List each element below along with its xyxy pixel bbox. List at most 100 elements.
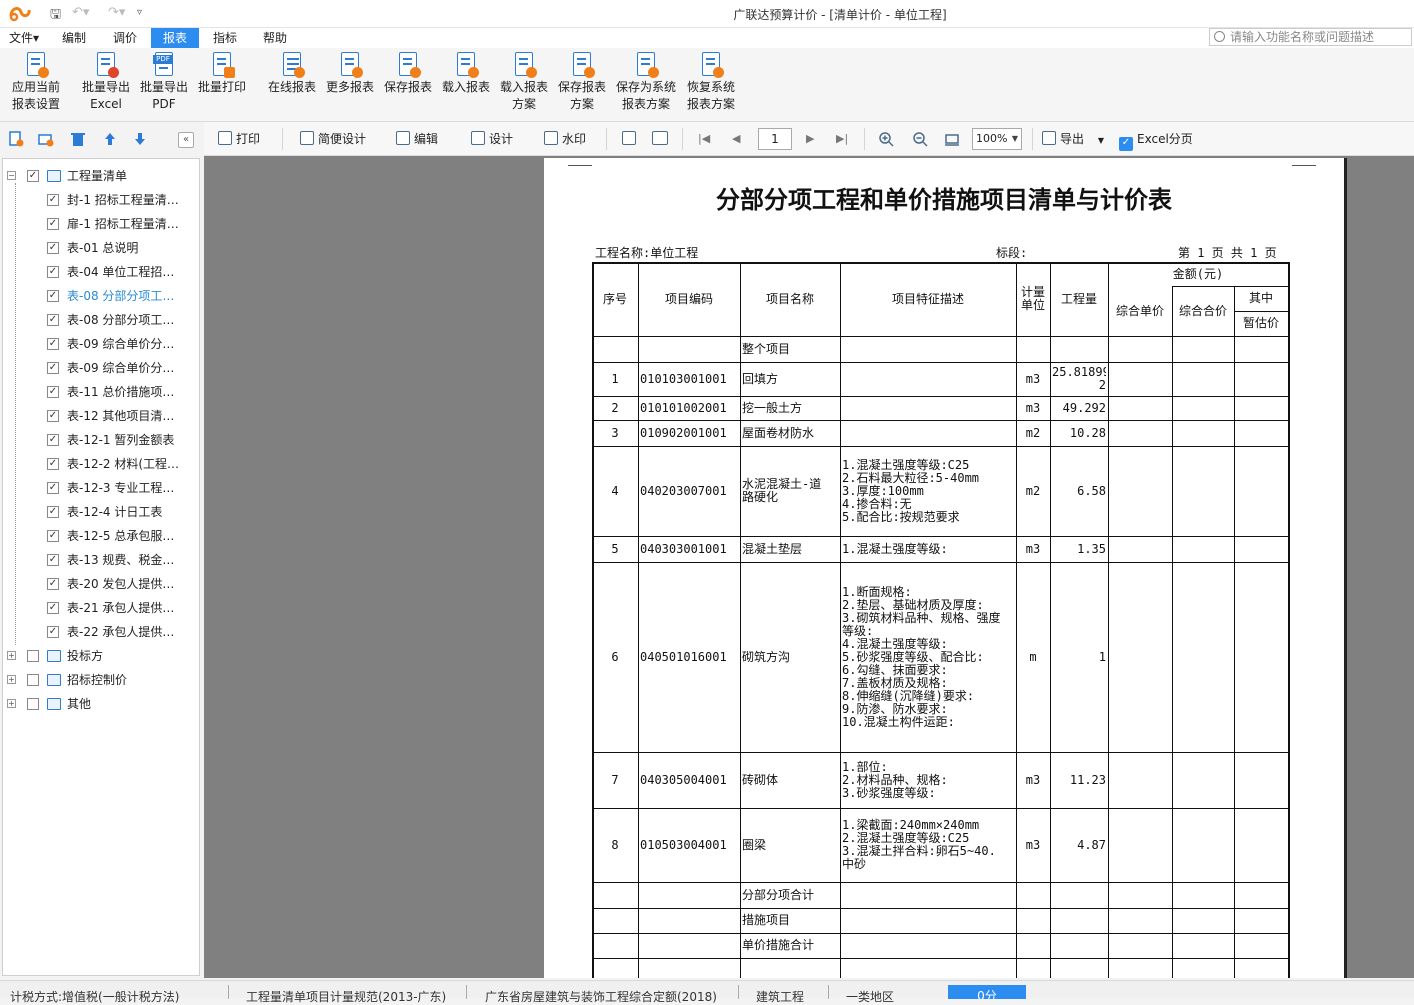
tree-checkbox[interactable]: ✓ [47, 218, 59, 230]
load-report-button[interactable]: 载入报表 [440, 52, 492, 96]
expand-icon[interactable]: + [7, 699, 16, 708]
online-report-button[interactable]: 在线报表 [266, 52, 318, 96]
double-page-view-button[interactable] [652, 131, 672, 147]
collapse-panel-button[interactable]: « [178, 132, 194, 148]
tree-node[interactable]: ✓ 表-21 承包人提供… [3, 599, 199, 617]
tree-checkbox[interactable] [27, 674, 39, 686]
tree-node[interactable]: ✓ 表-12-4 计日工表 [3, 503, 199, 521]
single-page-view-button[interactable] [622, 131, 640, 147]
tree-checkbox[interactable]: ✓ [27, 170, 39, 182]
menu-help[interactable]: 帮助 [253, 28, 297, 48]
row-code: 040501016001 [640, 649, 727, 664]
collapse-icon[interactable]: − [7, 171, 16, 180]
project-name: 工程名称:单位工程 [595, 246, 699, 260]
excel-split-checkbox[interactable]: ✓ Excel分页 [1119, 131, 1193, 151]
design-button[interactable]: 设计 [471, 131, 513, 147]
menu-compile[interactable]: 编制 [52, 28, 96, 48]
last-page-icon[interactable]: ▶| [836, 132, 848, 145]
delete-icon[interactable] [70, 131, 86, 147]
tree-checkbox[interactable] [27, 698, 39, 710]
fit-width-icon[interactable] [944, 131, 960, 147]
tree-node[interactable]: ✓ 表-20 发包人提供… [3, 575, 199, 593]
tree-checkbox[interactable]: ✓ [47, 554, 59, 566]
tree-node[interactable]: ✓ 表-12-3 专业工程… [3, 479, 199, 497]
menu-report[interactable]: 报表 [151, 28, 199, 48]
move-down-icon[interactable] [132, 131, 148, 147]
tree-checkbox[interactable] [27, 650, 39, 662]
tree-node[interactable]: ✓ 表-08 分部分项工… [3, 311, 199, 329]
tree-checkbox[interactable]: ✓ [47, 194, 59, 206]
report-folder-icon [47, 650, 61, 662]
tree-checkbox[interactable]: ✓ [47, 578, 59, 590]
tree-node[interactable]: ✓ 表-13 规费、税金… [3, 551, 199, 569]
zoom-out-icon[interactable] [912, 131, 928, 147]
tree-node[interactable]: ✓ 表-12 其他项目清… [3, 407, 199, 425]
more-reports-button[interactable]: 更多报表 [324, 52, 376, 96]
tree-checkbox[interactable]: ✓ [47, 410, 59, 422]
tree-node[interactable]: ✓ 表-04 单位工程招… [3, 263, 199, 281]
tree-node[interactable]: + 招标控制价 [3, 671, 199, 689]
first-page-icon[interactable]: |◀ [698, 132, 710, 145]
menu-file[interactable]: 文件▾ [2, 28, 46, 48]
tree-node[interactable]: − ✓ 工程量清单 [3, 167, 199, 185]
batch-export-excel-button[interactable]: 批量导出 Excel [78, 52, 134, 113]
function-search-input[interactable]: 请输入功能名称或问题描述 [1209, 28, 1412, 46]
menu-index[interactable]: 指标 [203, 28, 247, 48]
tree-checkbox[interactable]: ✓ [47, 482, 59, 494]
load-report-scheme-button[interactable]: 载入报表 方案 [498, 52, 550, 113]
simple-design-button[interactable]: 简便设计 [300, 131, 366, 147]
score-badge[interactable]: 0分 [948, 985, 1026, 999]
edit-button[interactable]: 编辑 [396, 131, 438, 147]
export-button[interactable]: 导出 ▼ [1042, 131, 1104, 149]
print-button[interactable]: 打印 [218, 131, 260, 147]
next-page-icon[interactable]: ▶ [806, 132, 814, 145]
checkbox-checked-icon: ✓ [1119, 137, 1133, 151]
tree-checkbox[interactable]: ✓ [47, 602, 59, 614]
apply-report-settings-button[interactable]: 应用当前 报表设置 [6, 52, 66, 113]
tree-checkbox[interactable]: ✓ [47, 386, 59, 398]
tree-node[interactable]: ✓ 表-09 综合单价分… [3, 335, 199, 353]
tree-node[interactable]: ✓ 表-22 承包人提供… [3, 623, 199, 641]
tree-checkbox[interactable]: ✓ [47, 362, 59, 374]
page-number-input[interactable]: 1 [758, 128, 792, 150]
batch-export-pdf-button[interactable]: PDF 批量导出 PDF [138, 52, 190, 113]
tree-node[interactable]: ✓ 扉-1 招标工程量清… [3, 215, 199, 233]
save-as-system-scheme-button[interactable]: 保存为系统 报表方案 [613, 52, 679, 113]
add-folder-icon[interactable] [38, 131, 54, 147]
tree-node[interactable]: ✓ 表-12-1 暂列金额表 [3, 431, 199, 449]
expand-icon[interactable]: + [7, 675, 16, 684]
tree-node[interactable]: ✓ 表-01 总说明 [3, 239, 199, 257]
move-up-icon[interactable] [102, 131, 118, 147]
tree-checkbox[interactable]: ✓ [47, 266, 59, 278]
save-report-scheme-button[interactable]: 保存报表 方案 [556, 52, 608, 113]
tree-node[interactable]: ✓ 表-12-5 总承包服… [3, 527, 199, 545]
tree-checkbox[interactable]: ✓ [47, 434, 59, 446]
tree-node[interactable]: ✓ 表-12-2 材料(工程… [3, 455, 199, 473]
menu-adjust-price[interactable]: 调价 [103, 28, 147, 48]
tree-checkbox[interactable]: ✓ [47, 530, 59, 542]
previous-page-icon[interactable]: ◀ [732, 132, 740, 145]
tree-checkbox[interactable]: ✓ [47, 314, 59, 326]
tree-node-label: 表-11 总价措施项… [67, 385, 175, 399]
watermark-button[interactable]: 水印 [544, 131, 586, 147]
expand-icon[interactable]: + [7, 651, 16, 660]
tree-checkbox[interactable]: ✓ [47, 242, 59, 254]
tree-node[interactable]: + 投标方 [3, 647, 199, 665]
zoom-select[interactable]: 100% ▼ [972, 128, 1022, 150]
tree-checkbox[interactable]: ✓ [47, 506, 59, 518]
restore-system-scheme-button[interactable]: 恢复系统 报表方案 [682, 52, 740, 113]
batch-print-button[interactable]: 批量打印 [196, 52, 248, 96]
tree-node[interactable]: ✓ 表-08 分部分项工… [3, 287, 199, 305]
save-report-button[interactable]: 保存报表 [382, 52, 434, 96]
zoom-in-icon[interactable] [878, 131, 894, 147]
tree-checkbox[interactable]: ✓ [47, 626, 59, 638]
tree-node[interactable]: ✓ 表-09 综合单价分… [3, 359, 199, 377]
tree-checkbox[interactable]: ✓ [47, 458, 59, 470]
tree-node[interactable]: ✓ 表-11 总价措施项… [3, 383, 199, 401]
tree-node[interactable]: ✓ 封-1 招标工程量清… [3, 191, 199, 209]
printer-icon [218, 131, 232, 145]
tree-checkbox[interactable]: ✓ [47, 338, 59, 350]
add-report-icon[interactable] [8, 131, 24, 147]
tree-checkbox[interactable]: ✓ [47, 290, 59, 302]
tree-node[interactable]: + 其他 [3, 695, 199, 713]
